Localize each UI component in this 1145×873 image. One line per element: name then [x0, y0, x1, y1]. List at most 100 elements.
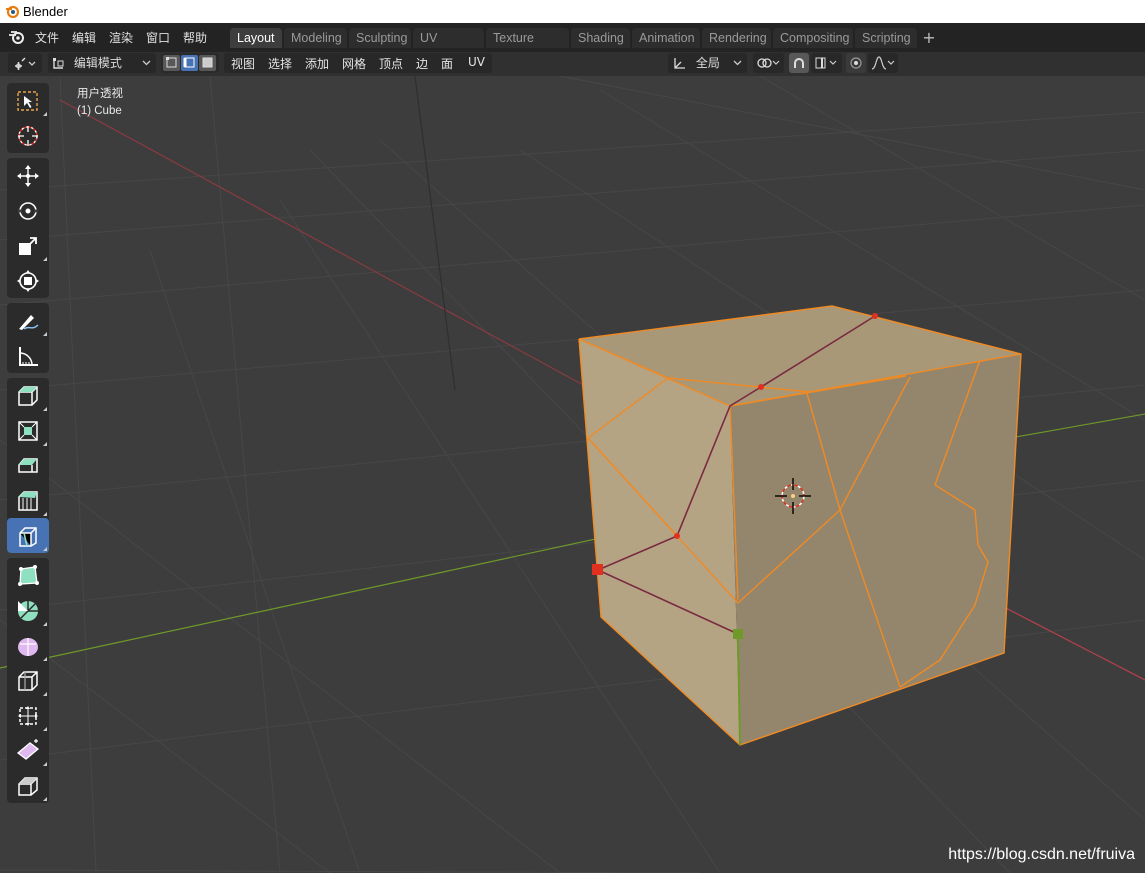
tab-scripting[interactable]: Scripting — [855, 28, 917, 48]
chevron-down-icon — [142, 60, 151, 66]
select-mode-group — [161, 53, 219, 73]
menu-render[interactable]: 渲染 — [109, 29, 133, 46]
tab-uv-editing[interactable]: UV Editing — [413, 28, 484, 65]
menu-vertex[interactable]: 顶点 — [379, 55, 403, 72]
tool-cursor[interactable] — [7, 118, 49, 153]
mode-dropdown[interactable]: 编辑模式 — [48, 53, 156, 73]
x-axis-line — [59, 99, 621, 406]
menu-edge[interactable]: 边 — [416, 55, 428, 72]
tool-extrude-region[interactable] — [7, 413, 49, 448]
tool-shear[interactable] — [7, 733, 49, 768]
tool-inset-faces[interactable] — [7, 448, 49, 483]
snap-toggle[interactable] — [789, 53, 809, 73]
menu-window[interactable]: 窗口 — [146, 29, 170, 46]
tool-shrink-fatten[interactable] — [7, 698, 49, 733]
add-cube-icon — [18, 385, 38, 406]
proportional-edit-toggle[interactable] — [846, 53, 866, 73]
tool-poly-build[interactable] — [7, 558, 49, 593]
cube-right-face[interactable] — [730, 354, 1021, 745]
tool-measure[interactable] — [7, 338, 49, 373]
edge-select-icon — [183, 57, 195, 68]
transform-icon — [17, 269, 39, 292]
tool-knife[interactable] — [7, 518, 49, 553]
rotate-icon — [18, 201, 38, 220]
tab-layout[interactable]: Layout — [230, 28, 282, 48]
vertex-select-icon — [166, 57, 177, 68]
menu-file[interactable]: 文件 — [35, 29, 59, 46]
transform-orientation-dropdown[interactable]: 全局 — [668, 53, 747, 73]
top-bar: 文件 编辑 渲染 窗口 帮助 Layout Modeling Sculpting… — [0, 23, 1145, 65]
pivot-point-icon — [757, 58, 780, 68]
tab-shading[interactable]: Shading — [571, 28, 630, 48]
inset-faces-icon — [18, 457, 38, 473]
move-icon — [17, 164, 39, 187]
select-box-icon — [17, 90, 38, 111]
menu-mesh[interactable]: 网格 — [342, 55, 366, 72]
tool-bevel[interactable] — [7, 483, 49, 518]
mode-label: 编辑模式 — [73, 56, 122, 70]
poly-build-icon — [18, 564, 39, 586]
editor-type-button[interactable] — [8, 53, 42, 73]
tool-move[interactable] — [7, 158, 49, 193]
annotate-icon — [19, 314, 39, 330]
falloff-dropdown[interactable] — [868, 53, 898, 73]
tool-annotate[interactable] — [7, 303, 49, 338]
tool-smooth[interactable] — [7, 628, 49, 663]
cursor-icon — [18, 125, 38, 146]
viewport-header: 编辑模式 视图 选择 添加 网格 顶点 边 面 UV 全局 — [0, 52, 1145, 76]
menu-face[interactable]: 面 — [441, 55, 453, 72]
smooth-icon — [18, 637, 38, 656]
window-title: Blender — [23, 4, 68, 19]
selected-vertex[interactable] — [592, 564, 603, 575]
blender-menu-icon[interactable] — [8, 29, 26, 45]
measure-icon — [19, 346, 38, 366]
viewport-scene[interactable] — [0, 76, 1145, 873]
spin-icon — [18, 600, 38, 621]
tab-animation[interactable]: Animation — [632, 28, 700, 48]
edge-select-button[interactable] — [181, 55, 198, 71]
blender-logo-icon — [6, 5, 19, 18]
tool-scale[interactable] — [7, 228, 49, 263]
z-axis-line — [414, 76, 456, 391]
snap-target-dropdown[interactable] — [811, 53, 842, 73]
tool-spin[interactable] — [7, 593, 49, 628]
menu-uv[interactable]: UV — [468, 55, 485, 69]
edit-mode-icon — [53, 58, 64, 69]
menu-view[interactable]: 视图 — [231, 55, 255, 72]
tab-rendering[interactable]: Rendering — [702, 28, 771, 48]
menu-help[interactable]: 帮助 — [183, 29, 207, 46]
tool-rip-region[interactable] — [7, 768, 49, 803]
tab-texture-paint[interactable]: Texture Paint — [486, 28, 569, 65]
face-select-button[interactable] — [199, 55, 216, 71]
menu-edit[interactable]: 编辑 — [72, 29, 96, 46]
tool-add-cube[interactable] — [7, 378, 49, 413]
tool-transform[interactable] — [7, 263, 49, 298]
tool-rotate[interactable] — [7, 193, 49, 228]
vertex-select-button[interactable] — [163, 55, 180, 71]
tool-shelf — [7, 83, 49, 808]
shear-icon — [16, 738, 40, 760]
window-titlebar: Blender — [0, 0, 1145, 23]
tab-sculpting[interactable]: Sculpting — [349, 28, 411, 48]
tab-compositing[interactable]: Compositing — [773, 28, 853, 48]
watermark-url: https://blog.csdn.net/fruiva — [948, 846, 1135, 863]
face-select-icon — [202, 57, 213, 68]
3d-viewport[interactable]: 用户透视 (1) Cube — [0, 76, 1145, 873]
shrink-fatten-icon — [18, 705, 38, 726]
cube-mesh[interactable] — [578, 305, 1022, 746]
object-name: (1) Cube — [77, 105, 122, 117]
magnet-icon — [794, 58, 804, 68]
pivot-point-dropdown[interactable] — [753, 53, 784, 73]
view-name: 用户透视 — [77, 88, 123, 100]
bevel-icon — [18, 490, 38, 511]
tab-modeling[interactable]: Modeling — [284, 28, 347, 48]
tool-edge-slide[interactable] — [7, 663, 49, 698]
axes-editor-icon — [15, 57, 36, 70]
tool-select-box[interactable] — [7, 83, 49, 118]
menu-select[interactable]: 选择 — [268, 55, 292, 72]
edge-slide-icon — [18, 670, 38, 691]
snap-increment-icon — [815, 57, 837, 69]
menu-add[interactable]: 添加 — [305, 55, 329, 72]
active-vertex[interactable] — [733, 629, 743, 639]
add-workspace-icon[interactable]: + — [919, 28, 939, 48]
